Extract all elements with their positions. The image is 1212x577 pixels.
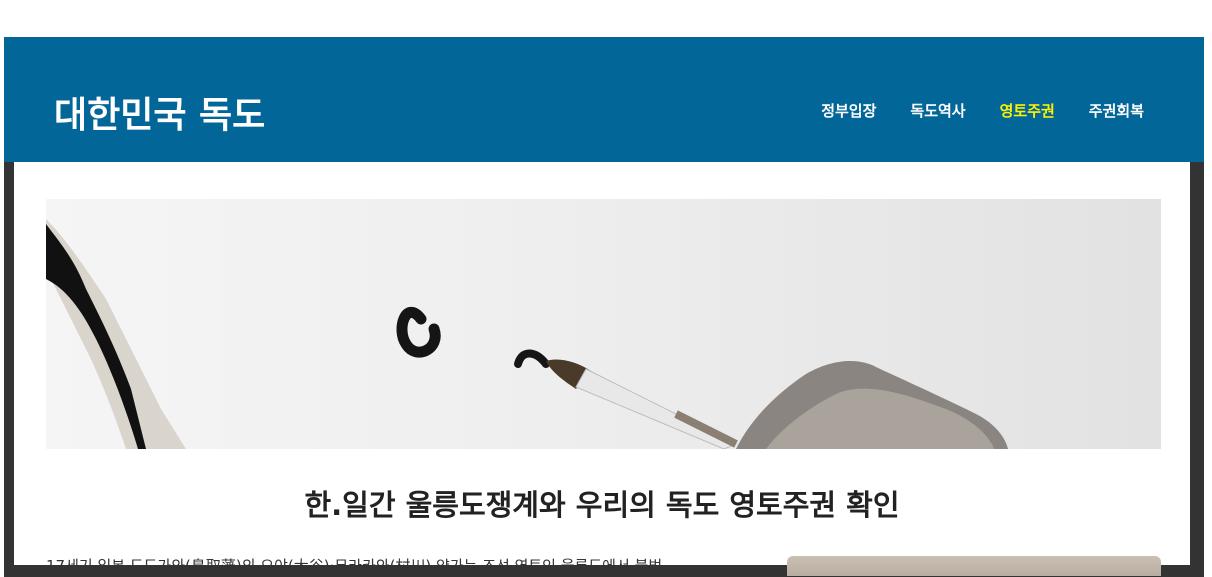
- nav-item-sovereignty-restoration: 주권회복: [1089, 100, 1144, 121]
- nav-link-sovereignty-restoration[interactable]: 주권회복: [1089, 102, 1144, 120]
- nav-item-dokdo-history: 독도역사: [910, 100, 965, 121]
- ink-small-stroke: [514, 349, 550, 368]
- nav-link-government-position[interactable]: 정부입장: [821, 102, 876, 120]
- site-header: 대한민국 독도 정부입장 독도역사 영토주권 주권회복: [4, 37, 1204, 162]
- main-content: 한.일간 울릉도쟁계와 우리의 독도 영토주권 확인 17세기 일본 도도가와(…: [14, 162, 1190, 576]
- hero-banner-image: [46, 199, 1161, 449]
- nav-item-territorial-sovereignty: 영토주권: [1000, 100, 1055, 121]
- brush-smear-dark: [46, 224, 146, 449]
- article-body-text: 17세기 일본 도도가와(鳥取藩)의 오야(大谷)·무라카와(村川) 양가는 조…: [46, 557, 663, 575]
- paintbrush-icon: [546, 359, 738, 449]
- main-nav: 정부입장 독도역사 영토주권 주권회복: [821, 100, 1144, 121]
- nav-link-dokdo-history[interactable]: 독도역사: [910, 102, 965, 120]
- nav-link-territorial-sovereignty[interactable]: 영토주권: [1000, 102, 1055, 120]
- article-title: 한.일간 울릉도쟁계와 우리의 독도 영토주권 확인: [304, 488, 900, 522]
- brush-painting-illustration: [46, 219, 1008, 449]
- site-title[interactable]: 대한민국 독도: [54, 95, 265, 137]
- article-side-image: [787, 556, 1161, 576]
- nav-item-government-position: 정부입장: [821, 100, 876, 121]
- ink-circle-stroke: [396, 307, 441, 358]
